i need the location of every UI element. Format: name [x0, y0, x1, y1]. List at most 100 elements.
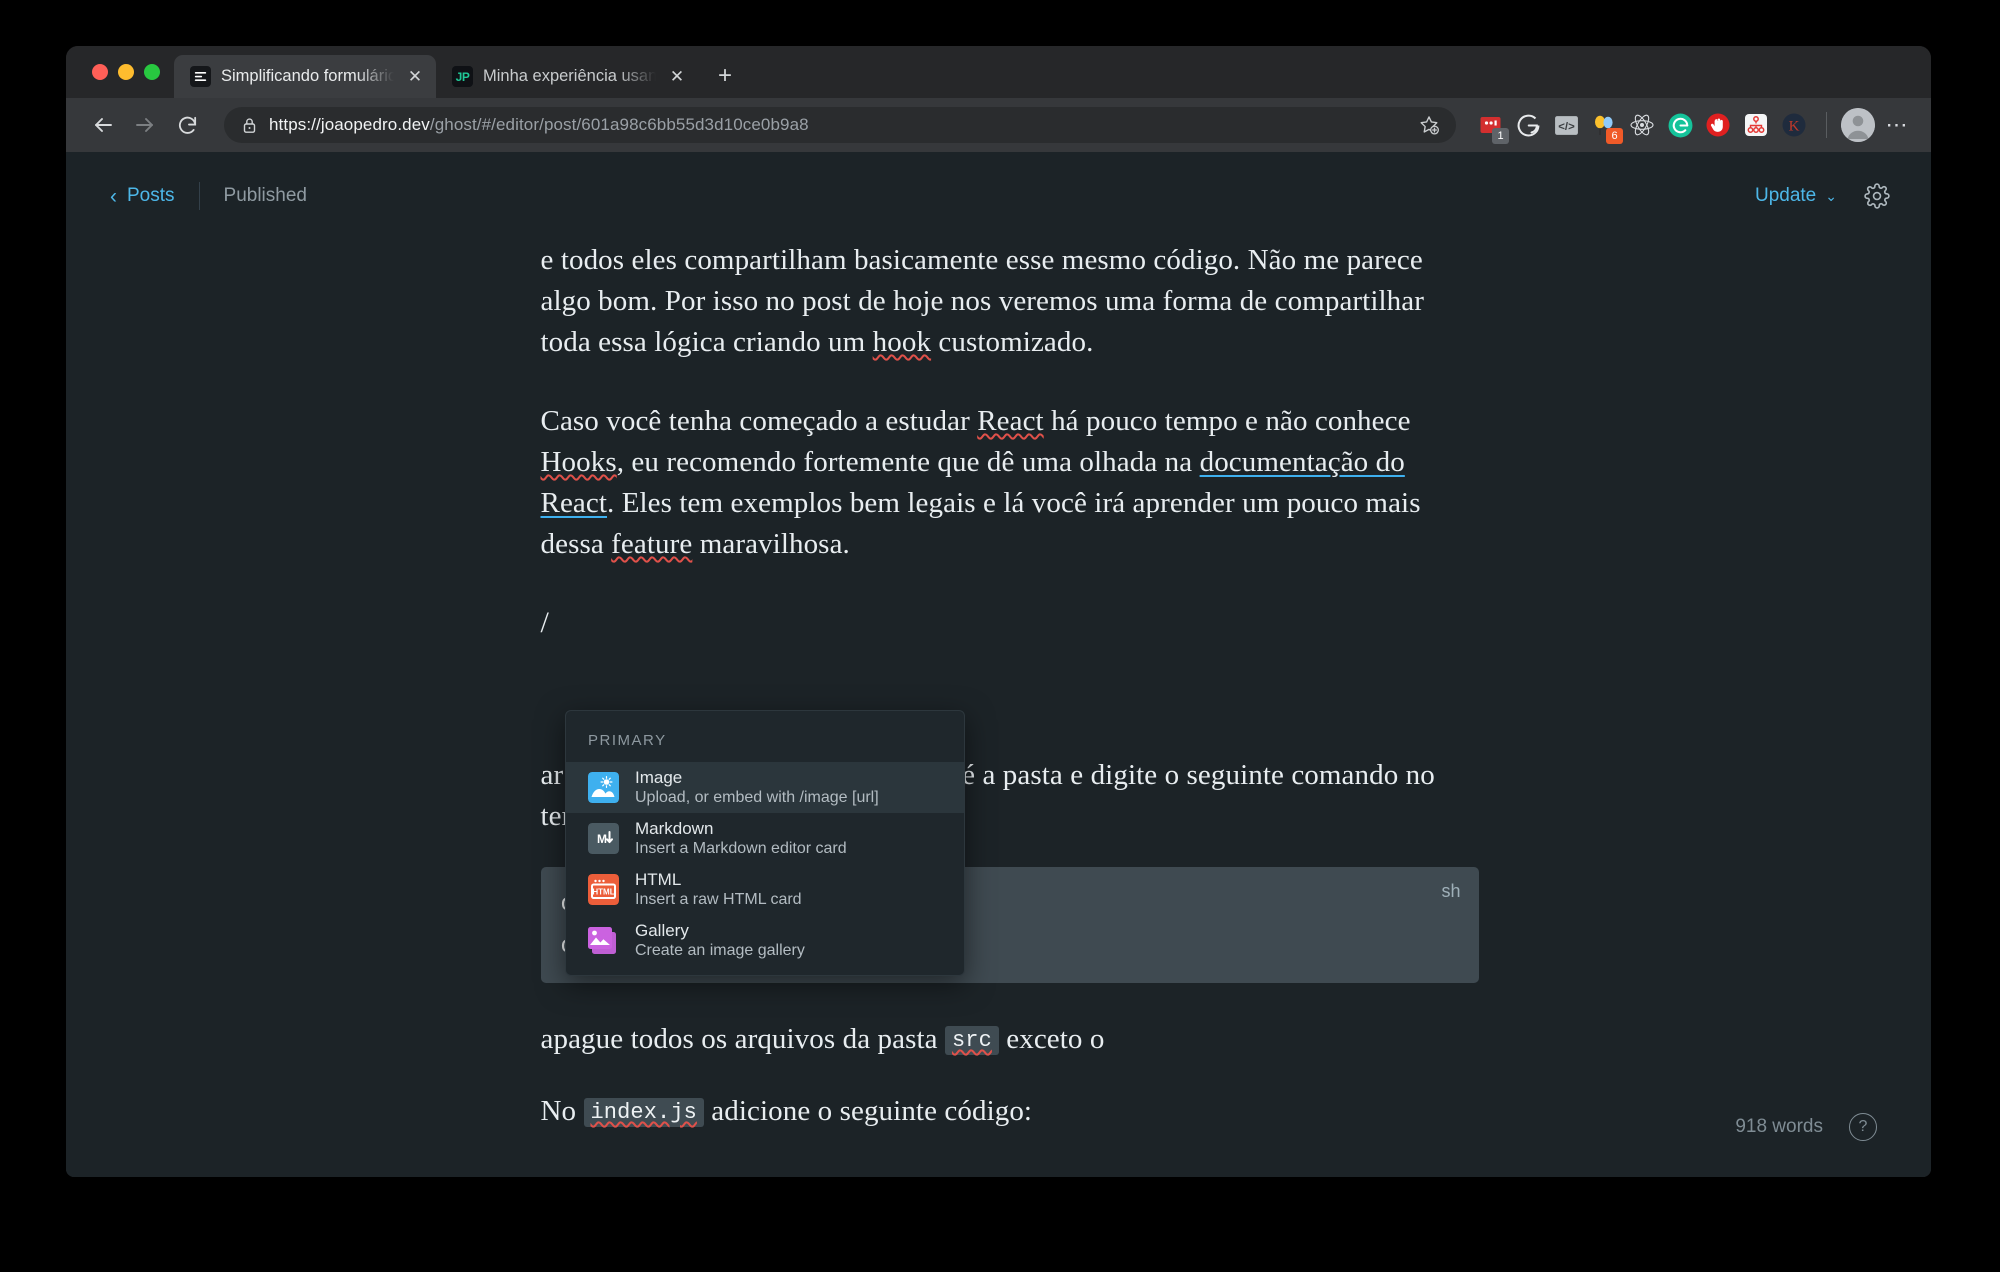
- toolbar-divider: [1826, 112, 1827, 138]
- editor-body[interactable]: e todos eles compartilham basicamente es…: [66, 240, 1931, 1133]
- markdown-card-icon: M: [588, 823, 619, 854]
- p2-part-a: Caso você tenha começado a estudar: [540, 405, 978, 437]
- url-host: https://joaopedro.dev: [269, 115, 430, 134]
- p2-part-c: , eu recomendo fortemente que dê uma olh…: [616, 446, 1200, 478]
- slash-command-line[interactable]: /: [541, 603, 1479, 643]
- bookmark-star-icon[interactable]: [1416, 112, 1442, 138]
- help-icon[interactable]: ?: [1849, 1113, 1877, 1141]
- padlock-icon: [242, 117, 257, 134]
- close-icon[interactable]: ✕: [666, 66, 688, 88]
- p5-part-a: No: [540, 1095, 584, 1127]
- jp-icon: JP: [452, 66, 473, 87]
- p4-part-b: exceto o: [998, 1023, 1105, 1055]
- spell-error-feature: feature: [611, 528, 693, 560]
- editor-header-right: Update ⌄: [1755, 182, 1891, 210]
- chevron-left-icon: ‹: [110, 184, 117, 208]
- card-menu-item-text: Image Upload, or embed with /image [url]: [635, 767, 879, 808]
- spell-error-hook: hook: [872, 326, 932, 358]
- ublock-origin-icon[interactable]: [1700, 107, 1736, 143]
- post-status: Published: [223, 185, 307, 206]
- gallery-card-icon: [588, 925, 619, 956]
- sitemap-icon[interactable]: [1738, 107, 1774, 143]
- spell-error-hooks: Hooks: [540, 446, 617, 478]
- minimize-window-button[interactable]: [118, 64, 134, 80]
- update-button[interactable]: Update ⌄: [1755, 185, 1837, 207]
- word-count: 918 words: [1735, 1116, 1823, 1137]
- extension-icons: 1 </> 6 K: [1472, 107, 1812, 144]
- close-icon[interactable]: ✕: [404, 66, 426, 88]
- card-menu-section-label: PRIMARY: [588, 732, 667, 749]
- code-language-label: sh: [1441, 881, 1461, 901]
- svg-text:</>: </>: [1558, 121, 1575, 133]
- editor-footer: 918 words ?: [1735, 1113, 1877, 1141]
- p5-part-b: adicione o seguinte código:: [703, 1095, 1033, 1127]
- editor-header: ‹ Posts Published Update ⌄: [66, 152, 1931, 240]
- card-menu-item-divider[interactable]: Divider Insert a dividing line: [566, 966, 964, 975]
- paragraph-intro[interactable]: e todos eles compartilham basicamente es…: [541, 240, 1479, 363]
- address-bar[interactable]: https://joaopedro.dev/ghost/#/editor/pos…: [224, 107, 1456, 143]
- p4-part-a: apague todos os arquivos da pasta: [540, 1023, 945, 1055]
- p2-part-b: há pouco tempo e não conhece: [1043, 405, 1411, 437]
- card-menu-item-title: HTML: [635, 870, 682, 889]
- back-to-posts-label: Posts: [127, 185, 175, 206]
- card-menu-item-text: Markdown Insert a Markdown editor card: [635, 818, 847, 859]
- forward-button[interactable]: [126, 106, 164, 144]
- back-to-posts-link[interactable]: ‹ Posts: [110, 185, 199, 207]
- card-menu-item-text: HTML Insert a raw HTML card: [635, 869, 802, 910]
- inline-code-indexjs: index.js: [583, 1098, 704, 1127]
- k-letter-icon[interactable]: K: [1776, 107, 1812, 143]
- card-menu-item-subtitle: Upload, or embed with /image [url]: [635, 789, 879, 806]
- card-menu-item-html[interactable]: HTML HTML Insert a raw HTML card: [566, 864, 964, 915]
- ghost-icon: [190, 66, 211, 87]
- url-text: https://joaopedro.dev/ghost/#/editor/pos…: [269, 115, 1404, 135]
- paragraph-intro-end: customizado.: [931, 326, 1094, 358]
- user-avatar-icon[interactable]: [1841, 108, 1875, 142]
- extension-badge: 1: [1492, 128, 1509, 144]
- svg-text:HTML: HTML: [592, 888, 614, 897]
- tab-title: Minha experiência usando o G: [483, 67, 656, 85]
- card-menu-list: Image Upload, or embed with /image [url]…: [566, 762, 964, 975]
- paragraph-delete-src[interactable]: apague todos os arquivos da pasta src ex…: [541, 1019, 1479, 1061]
- card-menu-item-subtitle: Insert a Markdown editor card: [635, 840, 847, 857]
- editor-header-left: ‹ Posts Published: [110, 182, 307, 210]
- browser-tabstrip: Simplificando formulários no R ✕ JP Minh…: [66, 46, 1931, 98]
- grammarly-green-icon[interactable]: [1662, 107, 1698, 143]
- html-card-icon: HTML: [588, 874, 619, 905]
- gear-icon[interactable]: [1863, 182, 1891, 210]
- back-button[interactable]: [84, 106, 122, 144]
- ublacklist-icon[interactable]: 1: [1472, 107, 1509, 144]
- card-menu-item-subtitle: Insert a raw HTML card: [635, 891, 802, 908]
- card-menu-item-title: Gallery: [635, 921, 689, 940]
- maximize-window-button[interactable]: [144, 64, 160, 80]
- spell-error-react: React: [977, 405, 1044, 437]
- react-devtools-icon[interactable]: [1624, 107, 1660, 143]
- url-path: /ghost/#/editor/post/601a98c6bb55d3d10ce…: [429, 115, 809, 134]
- balloons-icon[interactable]: 6: [1586, 107, 1623, 144]
- inline-code-src: src: [944, 1026, 999, 1055]
- paragraph-react-hooks[interactable]: Caso você tenha começado a estudar React…: [541, 401, 1479, 565]
- card-menu-item-title: Divider: [635, 971, 776, 975]
- browser-tab-active[interactable]: Simplificando formulários no R ✕: [174, 55, 436, 98]
- editor-column: e todos eles compartilham basicamente es…: [519, 240, 1479, 1133]
- reload-button[interactable]: [168, 106, 206, 144]
- paragraph-index-js[interactable]: No index.js adicione o seguinte código:: [541, 1091, 1479, 1133]
- svg-text:M: M: [597, 832, 607, 846]
- card-menu-item-title: Image: [635, 768, 683, 787]
- card-menu-item-markdown[interactable]: M Markdown Insert a Markdown editor card: [566, 813, 964, 864]
- browser-window: Simplificando formulários no R ✕ JP Minh…: [66, 46, 1931, 1177]
- extension-badge: 6: [1606, 128, 1623, 144]
- card-menu-item-image[interactable]: Image Upload, or embed with /image [url]: [566, 762, 964, 813]
- close-window-button[interactable]: [92, 64, 108, 80]
- browser-tab-inactive[interactable]: JP Minha experiência usando o G ✕: [436, 55, 698, 98]
- new-tab-button[interactable]: +: [708, 59, 742, 93]
- card-menu-dropdown[interactable]: PRIMARY Image Upload, or embed with /ima: [565, 710, 965, 976]
- grammarly-icon[interactable]: [1510, 107, 1546, 143]
- chevron-down-icon: ⌄: [1825, 187, 1837, 204]
- more-options-icon[interactable]: ⋯: [1879, 107, 1915, 143]
- card-menu-item-text: Divider Insert a dividing line: [635, 971, 776, 975]
- card-menu-item-text: Gallery Create an image gallery: [635, 920, 805, 961]
- update-label: Update: [1754, 185, 1817, 206]
- code-brackets-icon[interactable]: </>: [1548, 107, 1584, 143]
- tab-title: Simplificando formulários no R: [221, 67, 394, 85]
- card-menu-item-gallery[interactable]: Gallery Create an image gallery: [566, 915, 964, 966]
